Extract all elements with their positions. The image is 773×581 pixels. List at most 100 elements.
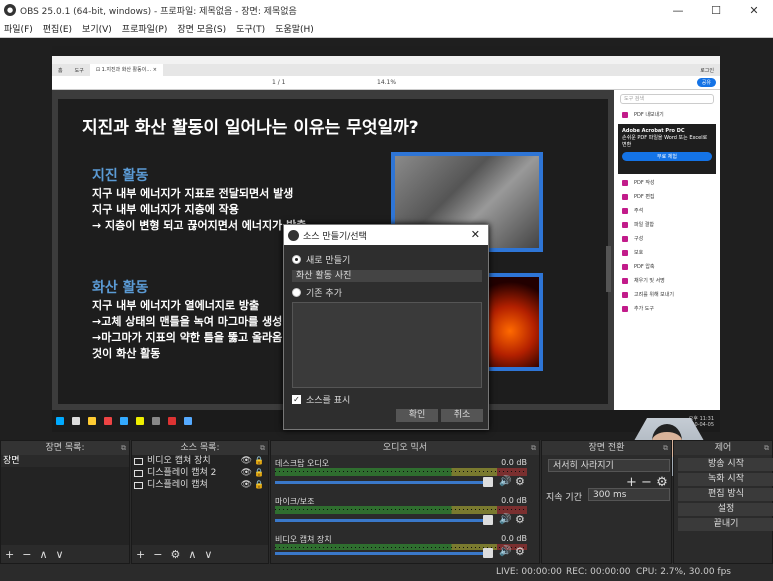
visibility-eye-icon[interactable]: 👁 (241, 479, 252, 491)
source-item[interactable]: 디스플레이 캡쳐 2 👁 🔒 (132, 467, 268, 479)
checkmark-icon: ✓ (292, 395, 301, 404)
dock-undock-icon[interactable]: ⧉ (764, 441, 769, 455)
rec-time: REC: 00:00:00 (566, 567, 631, 577)
taskbar-app-icon (72, 417, 80, 425)
sources-dock: 소스 목록: ⧉ 비디오 캡쳐 장치 👁 🔒 디스플레이 캡쳐 2 👁 🔒 디스… (131, 440, 269, 564)
dock-undock-icon[interactable]: ⧉ (260, 441, 265, 455)
volcano-heading: 화산 활동 (92, 280, 149, 296)
radio-selected-icon (292, 255, 301, 264)
source-label: 디스플레이 캡쳐 2 (147, 468, 217, 478)
volume-slider-handle[interactable] (483, 548, 493, 558)
monitor-icon (134, 481, 143, 489)
preview-area[interactable]: 홈 도구 ⊡ 1.지진과 화산 활동이... × 로그인 1 / 1 14.1%… (0, 38, 773, 476)
volume-slider[interactable] (275, 519, 487, 522)
camera-icon (134, 457, 143, 465)
volume-slider-handle[interactable] (483, 477, 493, 487)
speaker-icon[interactable]: 🔊 (499, 546, 511, 557)
move-up-icon[interactable]: ∧ (188, 548, 196, 561)
transition-select[interactable]: 서서히 사라지기 (548, 459, 670, 472)
scenes-dock-title: 장면 목록: (45, 443, 85, 453)
move-down-icon[interactable]: ∨ (56, 548, 64, 561)
source-item[interactable]: 디스플레이 캡쳐 👁 🔒 (132, 479, 268, 491)
settings-button[interactable]: 설정 (678, 503, 773, 516)
remove-scene-button[interactable]: − (22, 548, 31, 561)
cpu-fps: CPU: 2.7%, 30.00 fps (636, 567, 731, 577)
scenes-list[interactable]: 장면 (1, 455, 129, 545)
menu-scene-collection[interactable]: 장면 모음(S) (173, 22, 232, 35)
volume-slider-handle[interactable] (483, 515, 493, 525)
menu-bar: 파일(F) 편집(E) 보기(V) 프로파일(P) 장면 모음(S) 도구(T)… (0, 20, 773, 38)
gear-icon[interactable]: ⚙ (515, 513, 525, 526)
minimize-button[interactable]: — (659, 0, 697, 20)
remove-source-button[interactable]: − (153, 548, 162, 561)
lock-icon[interactable]: 🔒 (254, 455, 264, 467)
start-streaming-button[interactable]: 방송 시작 (678, 458, 773, 471)
mixer-channel-mic: 마이크/보조 0.0 dB 🔊 ⚙ (273, 496, 531, 530)
acrobat-titlebar (52, 46, 720, 56)
volume-meter (275, 468, 527, 476)
scene-item[interactable]: 장면 (1, 455, 129, 467)
add-scene-button[interactable]: + (5, 548, 14, 561)
lock-icon[interactable]: 🔒 (254, 467, 264, 479)
source-name-input[interactable]: 화산 활동 사진 (292, 270, 482, 282)
acrobat-tool-comment: 주석 (614, 204, 720, 218)
acrobat-tool-send: 고려를 위해 보내기 (614, 288, 720, 302)
volcano-line-1: 지구 내부 에너지가 열에너지로 방출 (92, 299, 260, 312)
source-item[interactable]: 비디오 캡쳐 장치 👁 🔒 (132, 455, 268, 467)
visibility-eye-icon[interactable]: 👁 (241, 467, 252, 479)
create-new-radio[interactable]: 새로 만들기 (292, 253, 350, 266)
lock-icon[interactable]: 🔒 (254, 479, 264, 491)
close-window-button[interactable]: ✕ (735, 0, 773, 20)
show-source-checkbox[interactable]: ✓ 소스를 표시 (292, 393, 350, 406)
studio-mode-button[interactable]: 편집 방식 (678, 488, 773, 501)
sources-dock-header: 소스 목록: ⧉ (132, 441, 268, 455)
visibility-eye-icon[interactable]: 👁 (241, 455, 252, 467)
obs-logo-icon: ● (4, 4, 16, 16)
volume-slider[interactable] (275, 481, 487, 484)
preview-scroll-handle[interactable] (606, 246, 611, 292)
acrobat-tool-organize: 구성 (614, 232, 720, 246)
gear-icon[interactable]: ⚙ (515, 475, 525, 488)
menu-file[interactable]: 파일(F) (0, 22, 39, 35)
acrobat-share-button: 공유 (696, 78, 716, 87)
taskbar-app-icon (136, 417, 144, 425)
source-label: 디스플레이 캡쳐 (147, 480, 208, 490)
create-new-label: 새로 만들기 (306, 256, 351, 266)
menu-tools[interactable]: 도구(T) (232, 22, 271, 35)
acrobat-tabs: 홈 도구 ⊡ 1.지진과 화산 활동이... × 로그인 (52, 64, 720, 76)
taskbar-app-icon (168, 417, 176, 425)
start-recording-button[interactable]: 녹화 시작 (678, 473, 773, 486)
speaker-icon[interactable]: 🔊 (499, 476, 511, 487)
dock-undock-icon[interactable]: ⧉ (531, 441, 536, 455)
menu-edit[interactable]: 편집(E) (39, 22, 78, 35)
menu-help[interactable]: 도움말(H) (271, 22, 320, 35)
acrobat-zoom: 14.1% (377, 79, 397, 86)
add-existing-radio[interactable]: 기존 추가 (292, 286, 342, 299)
dock-undock-icon[interactable]: ⧉ (121, 441, 126, 455)
cancel-button[interactable]: 취소 (441, 409, 483, 422)
move-down-icon[interactable]: ∨ (204, 548, 212, 561)
dock-undock-icon[interactable]: ⧉ (663, 441, 668, 455)
speaker-icon[interactable]: 🔊 (499, 514, 511, 525)
existing-sources-list[interactable] (292, 302, 482, 388)
taskbar-app-icon (120, 417, 128, 425)
maximize-button[interactable]: ☐ (697, 0, 735, 20)
volume-slider[interactable] (275, 552, 487, 555)
move-up-icon[interactable]: ∧ (39, 548, 47, 561)
volcano-line-2: →고체 상태의 맨틀을 녹여 마그마를 생성 (92, 315, 283, 328)
quake-line-2: 지구 내부 에너지가 지층에 작용 (92, 203, 239, 216)
acrobat-tool-edit: PDF 편집 (614, 190, 720, 204)
menu-profile[interactable]: 프로파일(P) (118, 22, 174, 35)
sources-list[interactable]: 비디오 캡쳐 장치 👁 🔒 디스플레이 캡쳐 2 👁 🔒 디스플레이 캡쳐 👁 … (132, 455, 268, 545)
dialog-close-button[interactable]: ✕ (471, 228, 480, 241)
add-source-button[interactable]: + (136, 548, 145, 561)
exit-button[interactable]: 끝내기 (678, 518, 773, 531)
menu-view[interactable]: 보기(V) (78, 22, 118, 35)
gear-icon[interactable]: ⚙ (515, 545, 525, 558)
source-label: 비디오 캡쳐 장치 (147, 456, 211, 466)
source-settings-gear-icon[interactable]: ⚙ (170, 548, 180, 561)
acrobat-tool-more: 추가 도구 (614, 302, 720, 316)
ok-button[interactable]: 확인 (396, 409, 438, 422)
duration-input[interactable]: 300 ms (588, 488, 670, 501)
show-source-label: 소스를 표시 (306, 396, 351, 406)
